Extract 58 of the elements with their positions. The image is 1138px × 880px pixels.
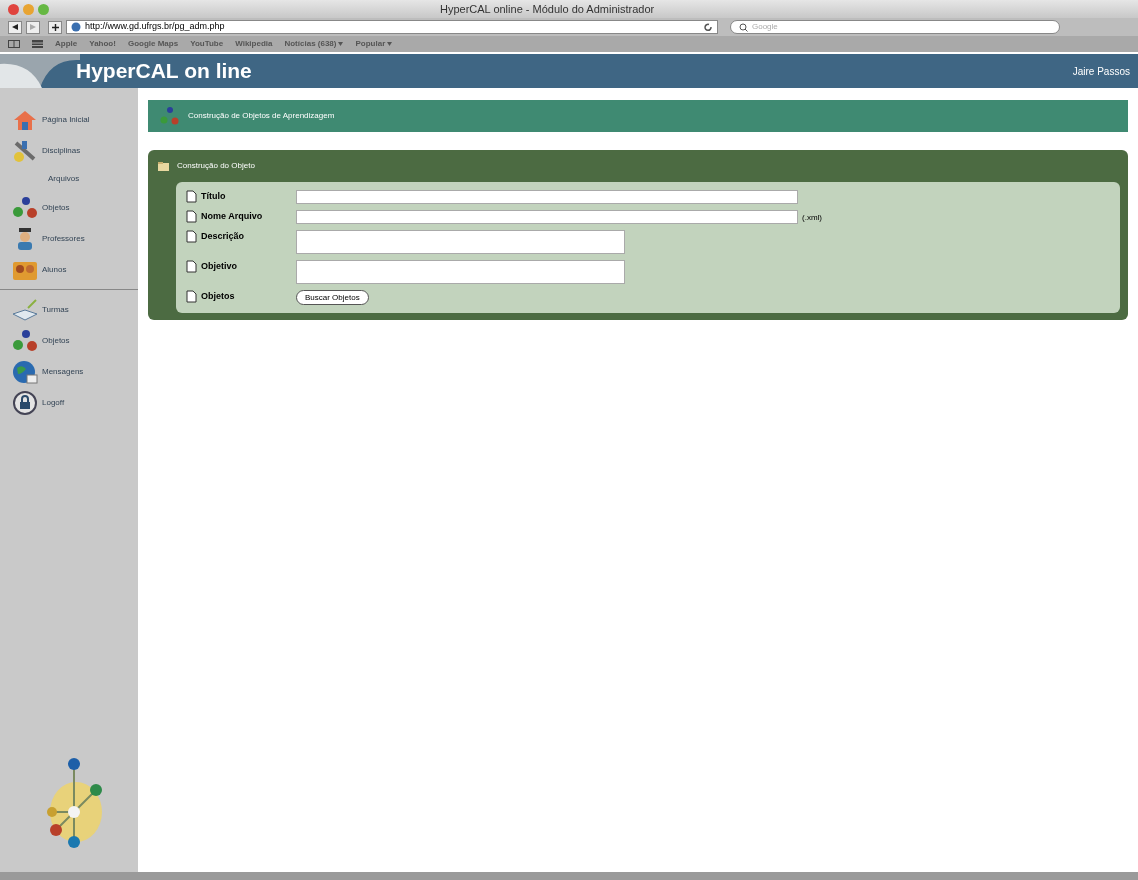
back-arrow-icon: [12, 24, 18, 30]
caret-icon: [387, 42, 393, 46]
sidebar-item[interactable]: Professores: [12, 223, 138, 254]
field-label: Objetivo: [201, 260, 237, 273]
panel-title: Construção do Objeto: [177, 160, 255, 172]
reload-icon[interactable]: [704, 22, 713, 32]
sidebar-item[interactable]: Objetos: [12, 192, 138, 223]
plus-icon: [51, 23, 59, 31]
search-objects-button[interactable]: Buscar Objetos: [296, 290, 369, 305]
folder-icon: [158, 161, 169, 171]
sidebar-item[interactable]: Disciplinas: [12, 135, 138, 166]
window-title: HyperCAL online - Módulo do Administrador: [440, 1, 655, 17]
bookmark-link[interactable]: Wikipedia: [235, 38, 273, 50]
search-placeholder: Google: [752, 21, 778, 33]
text-input[interactable]: [296, 190, 798, 204]
page-title: Construção de Objetos de Aprendizagem: [188, 110, 335, 122]
document-icon: [186, 230, 197, 244]
add-bookmark-button[interactable]: [48, 20, 62, 34]
field-label: Descrição: [201, 230, 245, 243]
document-icon: [186, 190, 197, 204]
field-label: Nome Arquivo: [201, 210, 263, 223]
caret-icon: [338, 42, 344, 46]
network-icon: [160, 106, 180, 126]
url-text: http://www.gd.ufrgs.br/pg_adm.php: [85, 20, 226, 34]
user-name[interactable]: Jaire Passos: [1072, 63, 1130, 79]
sidebar-item[interactable]: Alunos: [12, 254, 138, 285]
document-icon: [186, 290, 197, 304]
globe-icon: [12, 359, 38, 384]
grid-icon[interactable]: [32, 40, 43, 48]
address-field[interactable]: http://www.gd.ufrgs.br/pg_adm.php: [66, 20, 718, 34]
back-button[interactable]: [8, 20, 22, 34]
text-area[interactable]: [296, 230, 625, 254]
minimize-icon[interactable]: [23, 3, 34, 15]
sidebar-subitem[interactable]: Arquivos: [12, 166, 138, 192]
site-title: HyperCAL on line: [76, 58, 252, 85]
document-icon: [186, 210, 197, 224]
document-icon: [186, 260, 197, 274]
forward-arrow-icon: [30, 24, 36, 30]
tools-icon: [12, 138, 38, 163]
field-label: Título: [201, 190, 226, 203]
bookmark-link[interactable]: Notícias (638): [284, 38, 344, 50]
file-extension: (.xml): [802, 212, 822, 224]
search-icon: [739, 22, 748, 32]
lock-icon: [12, 390, 38, 415]
sidebar-item[interactable]: Mensagens: [12, 356, 138, 387]
globe-icon: [71, 22, 81, 32]
sidebar-item[interactable]: Objetos: [12, 325, 138, 356]
network-icon: [12, 195, 38, 220]
field-label: Objetos: [201, 290, 235, 303]
text-input[interactable]: [296, 210, 798, 224]
zoom-icon[interactable]: [38, 3, 49, 15]
sidebar-item[interactable]: Turmas: [12, 294, 138, 325]
text-area[interactable]: [296, 260, 625, 284]
sidebar-item[interactable]: Página Inicial: [12, 104, 138, 135]
close-icon[interactable]: [8, 3, 19, 15]
network-icon: [12, 328, 38, 353]
sidebar-item[interactable]: Logoff: [12, 387, 138, 418]
bookmark-link[interactable]: Google Maps: [127, 38, 179, 50]
